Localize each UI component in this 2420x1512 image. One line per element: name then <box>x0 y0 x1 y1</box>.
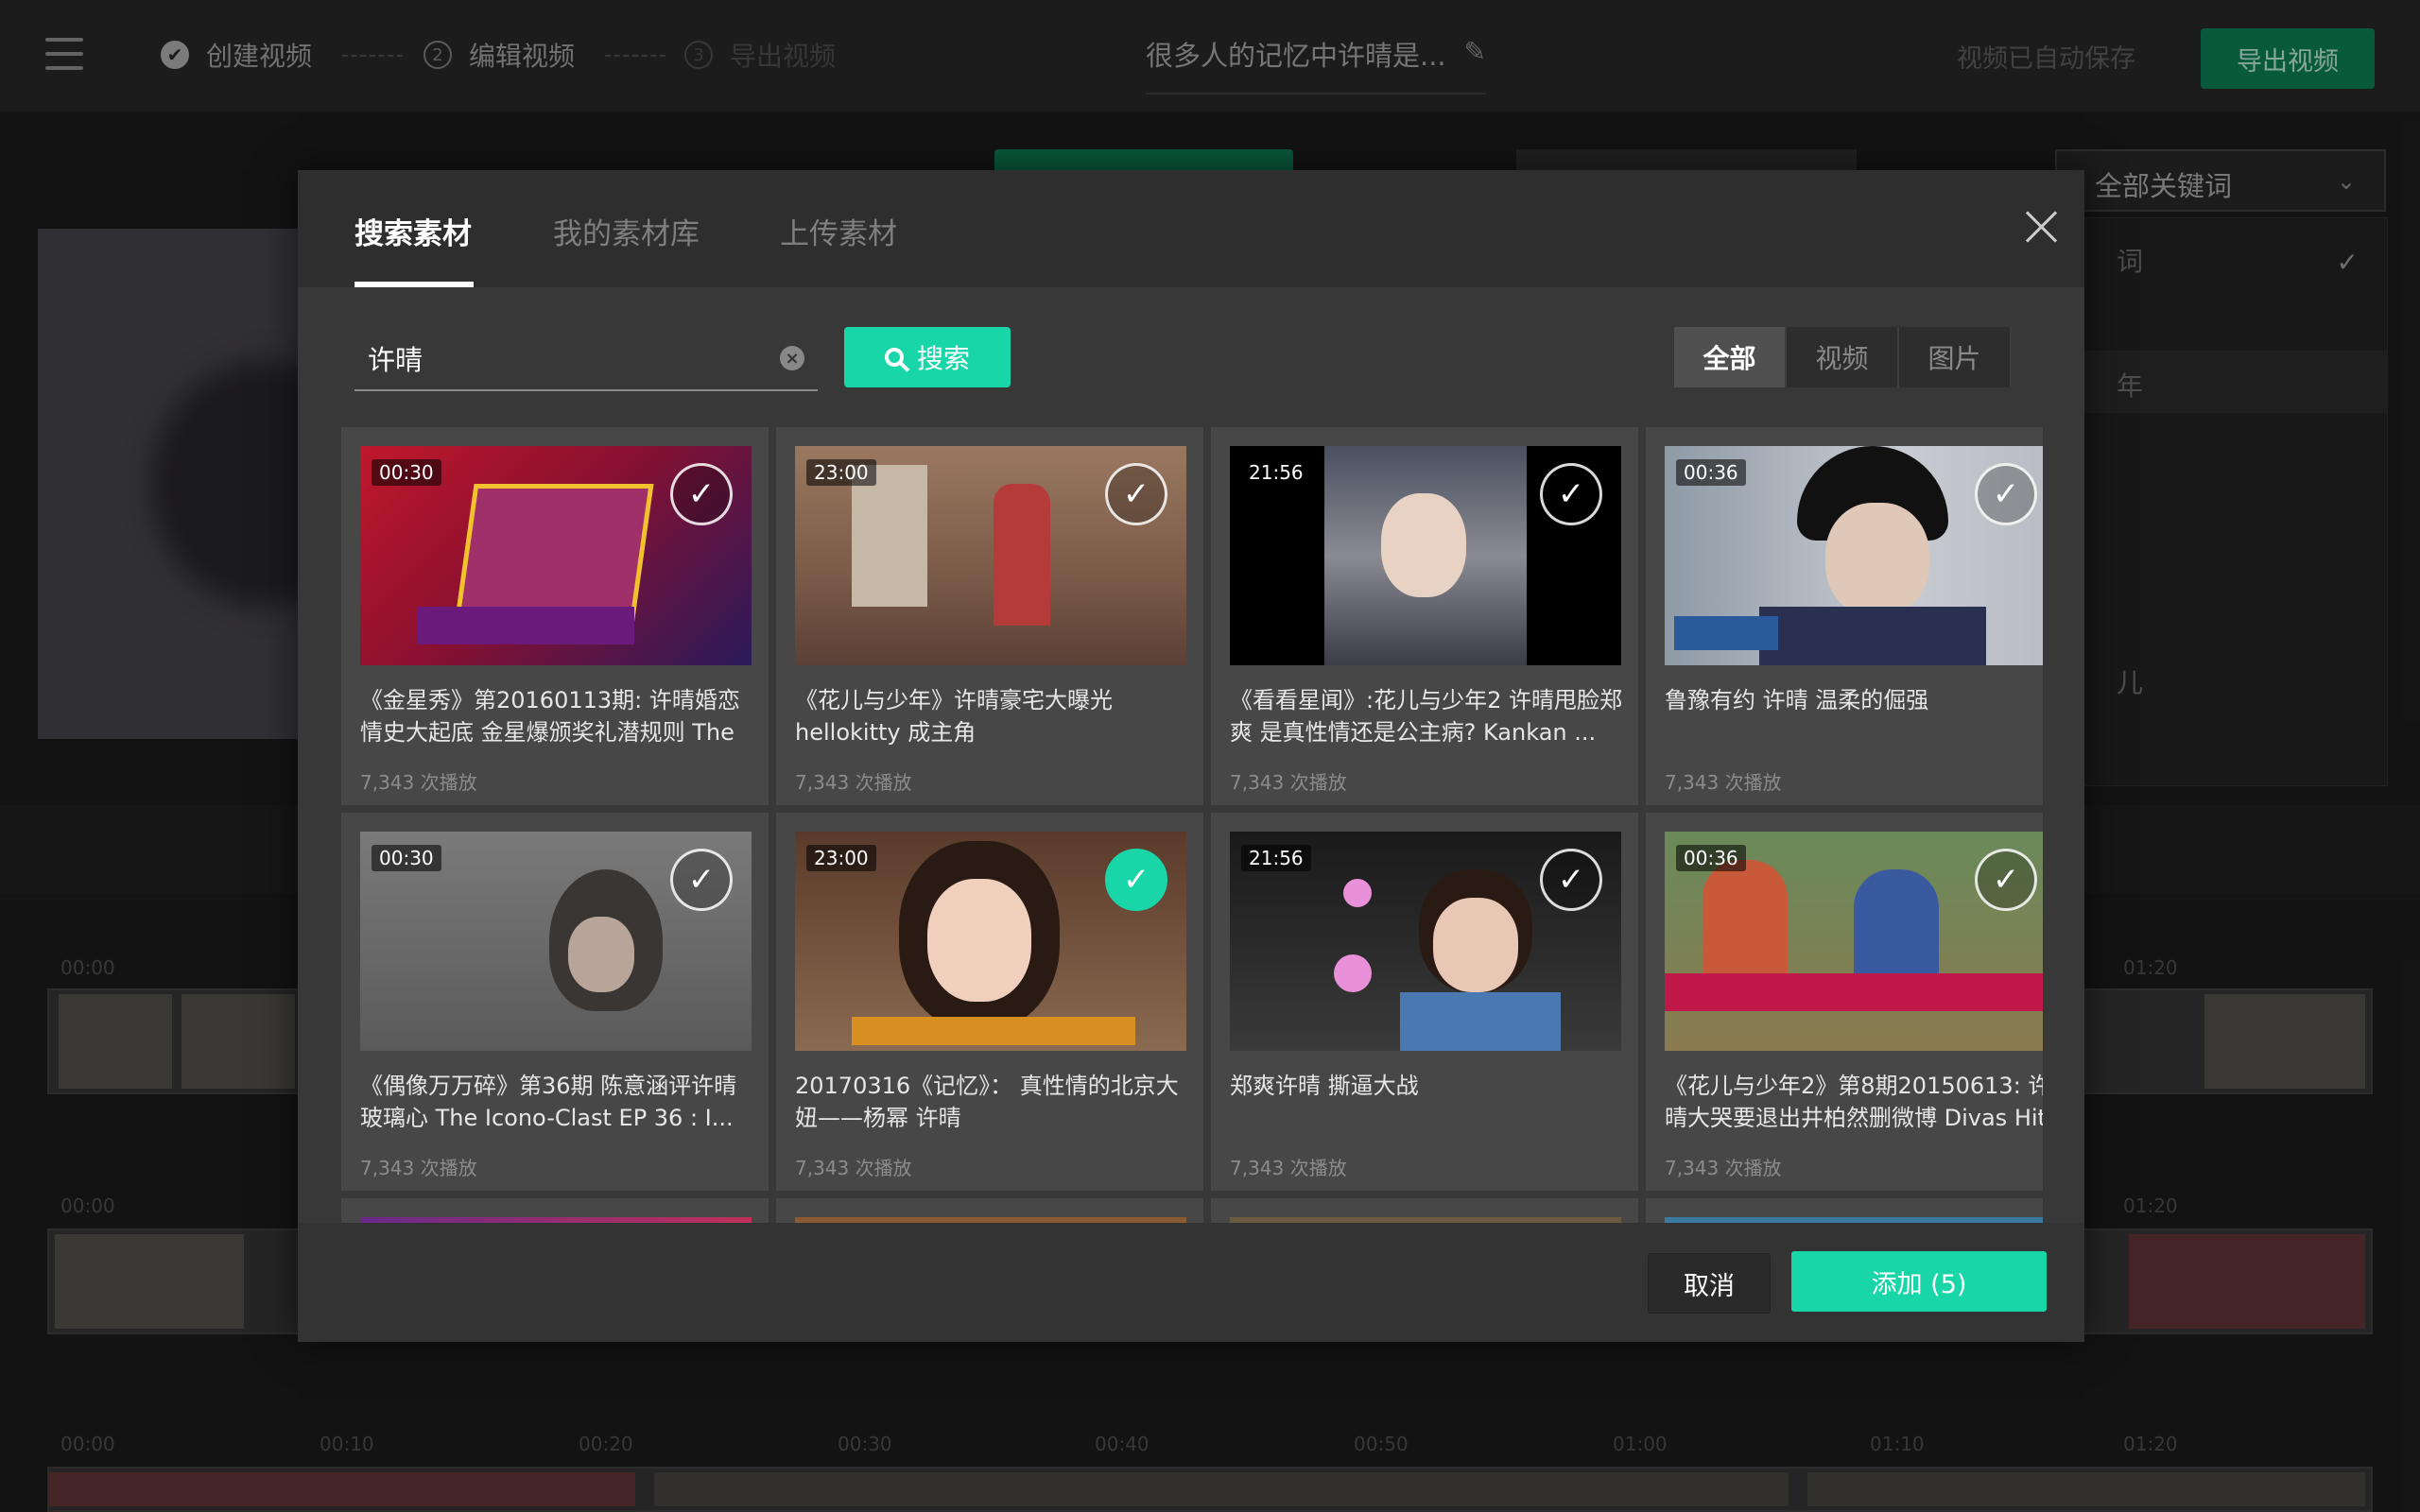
select-check-icon[interactable]: ✓ <box>1105 849 1167 911</box>
play-count: 7,343 次播放 <box>795 771 912 794</box>
search-field[interactable]: × <box>354 329 818 391</box>
duration-badge: 23:00 <box>806 845 876 871</box>
cancel-button[interactable]: 取消 <box>1648 1253 1771 1314</box>
result-card[interactable] <box>341 1198 769 1223</box>
video-thumbnail: 21:56 ✓ <box>1230 446 1621 665</box>
result-card[interactable]: 00:30 ✓ 《金星秀》第20160113期: 许晴婚恋情史大起底 金星爆颁奖… <box>341 427 769 805</box>
card-title: 鲁豫有约 许晴 温柔的倔强 <box>1665 687 1929 713</box>
video-thumbnail: 00:36 ✓ <box>1665 446 2043 665</box>
duration-badge: 00:30 <box>372 845 441 871</box>
duration-badge: 00:36 <box>1676 845 1746 871</box>
card-title: 《花儿与少年2》第8期20150613: 许晴大哭要退出井柏然删微博 Divas… <box>1665 1073 2043 1131</box>
duration-badge: 21:56 <box>1241 459 1311 486</box>
result-card[interactable] <box>776 1198 1203 1223</box>
duration-badge: 23:00 <box>806 459 876 486</box>
filter-image[interactable]: 图片 <box>1899 327 2012 387</box>
search-icon <box>884 348 904 367</box>
play-count: 7,343 次播放 <box>1230 771 1347 794</box>
tab-upload[interactable]: 上传素材 <box>780 210 897 252</box>
duration-badge: 00:36 <box>1676 459 1746 486</box>
search-input[interactable] <box>366 336 748 380</box>
play-count: 7,343 次播放 <box>360 771 477 794</box>
result-card[interactable]: 23:00 ✓ 《花儿与少年》许晴豪宅大曝光 hellokitty 成主角 7,… <box>776 427 1203 805</box>
tab-search-assets[interactable]: 搜索素材 <box>354 210 472 252</box>
duration-badge: 00:30 <box>372 459 441 486</box>
play-count: 7,343 次播放 <box>795 1157 912 1179</box>
type-filter: 全部 视频 图片 <box>1674 327 2012 387</box>
play-count: 7,343 次播放 <box>1230 1157 1347 1179</box>
video-thumbnail: 23:00 ✓ <box>795 832 1186 1051</box>
video-thumbnail: 23:00 ✓ <box>795 446 1186 665</box>
duration-badge: 21:56 <box>1241 845 1311 871</box>
play-count: 7,343 次播放 <box>360 1157 477 1179</box>
card-title: 《金星秀》第20160113期: 许晴婚恋情史大起底 金星爆颁奖礼潜规则 The… <box>360 687 740 746</box>
asset-picker-modal: 搜索素材 我的素材库 上传素材 × 搜索 全部 视频 图片 00:30 ✓ 《金… <box>298 170 2084 1342</box>
filter-all[interactable]: 全部 <box>1674 327 1787 387</box>
select-check-icon[interactable]: ✓ <box>1975 849 2037 911</box>
select-check-icon[interactable]: ✓ <box>1540 463 1602 525</box>
filter-video[interactable]: 视频 <box>1787 327 1899 387</box>
result-card[interactable]: 00:36 ✓ 鲁豫有约 许晴 温柔的倔强 7,343 次播放 <box>1646 427 2043 805</box>
card-title: 20170316《记忆》： 真性情的北京大妞——杨幂 许晴 <box>795 1073 1179 1131</box>
search-button[interactable]: 搜索 <box>844 327 1011 387</box>
result-card[interactable]: 00:30 ✓ 《偶像万万碎》第36期 陈意涵评许晴玻璃心 The Icono-… <box>341 813 769 1191</box>
card-title: 郑爽许晴 撕逼大战 <box>1230 1073 1419 1099</box>
close-icon[interactable] <box>2023 208 2061 246</box>
results-grid: 00:30 ✓ 《金星秀》第20160113期: 许晴婚恋情史大起底 金星爆颁奖… <box>341 427 2043 1223</box>
select-check-icon[interactable]: ✓ <box>1975 463 2037 525</box>
select-check-icon[interactable]: ✓ <box>1540 849 1602 911</box>
play-count: 7,343 次播放 <box>1665 1157 1782 1179</box>
select-check-icon[interactable]: ✓ <box>670 849 733 911</box>
result-card[interactable]: 00:36 ✓ 《花儿与少年2》第8期20150613: 许晴大哭要退出井柏然删… <box>1646 813 2043 1191</box>
tab-my-library[interactable]: 我的素材库 <box>553 210 700 252</box>
select-check-icon[interactable]: ✓ <box>1105 463 1167 525</box>
select-check-icon[interactable]: ✓ <box>670 463 733 525</box>
play-count: 7,343 次播放 <box>1665 771 1782 794</box>
video-thumbnail: 21:56 ✓ <box>1230 832 1621 1051</box>
card-title: 《偶像万万碎》第36期 陈意涵评许晴玻璃心 The Icono-Clast EP… <box>360 1073 737 1131</box>
video-thumbnail: 00:30 ✓ <box>360 832 752 1051</box>
result-card[interactable]: 21:56 ✓ 郑爽许晴 撕逼大战 7,343 次播放 <box>1211 813 1638 1191</box>
tab-underline <box>354 282 474 287</box>
result-card[interactable] <box>1646 1198 2043 1223</box>
add-button[interactable]: 添加 (5) <box>1791 1251 2047 1312</box>
result-card[interactable]: 21:56 ✓ 《看看星闻》:花儿与少年2 许晴甩脸郑爽 是真性情还是公主病? … <box>1211 427 1638 805</box>
video-thumbnail: 00:36 ✓ <box>1665 832 2043 1051</box>
card-title: 《看看星闻》:花儿与少年2 许晴甩脸郑爽 是真性情还是公主病? Kankan .… <box>1230 687 1622 746</box>
clear-icon[interactable]: × <box>780 346 804 370</box>
modal-header: 搜索素材 我的素材库 上传素材 <box>298 170 2084 287</box>
card-title: 《花儿与少年》许晴豪宅大曝光 hellokitty 成主角 <box>795 687 1113 746</box>
result-card[interactable]: 23:00 ✓ 20170316《记忆》： 真性情的北京大妞——杨幂 许晴 7,… <box>776 813 1203 1191</box>
search-button-label: 搜索 <box>916 343 970 374</box>
result-card[interactable] <box>1211 1198 1638 1223</box>
video-thumbnail: 00:30 ✓ <box>360 446 752 665</box>
